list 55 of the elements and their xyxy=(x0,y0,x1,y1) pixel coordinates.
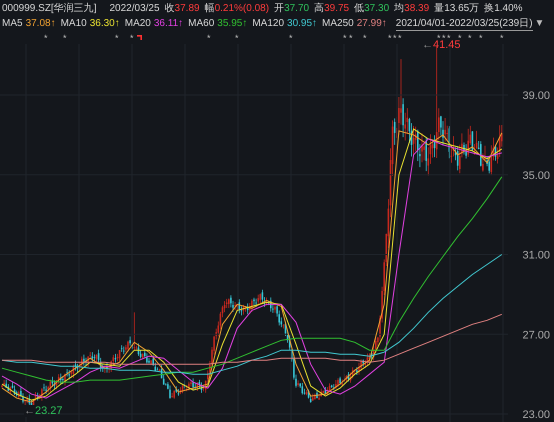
ma-value: 27.99↑ xyxy=(356,18,387,30)
date-range: 2021/04/01-2022/03/25(239日) xyxy=(396,18,533,30)
stock-symbol: 000999.SZ[华润三九] xyxy=(2,3,96,15)
quote-value: 39.75 xyxy=(324,3,350,15)
ma-value: 35.95↑ xyxy=(217,18,248,30)
quote-label: 换 xyxy=(484,3,494,15)
ma-label: MA250 xyxy=(322,18,354,30)
quote-label: 量 xyxy=(434,3,444,15)
ma-value: 36.30↑ xyxy=(90,18,120,30)
ma-label: MA60 xyxy=(188,18,214,30)
event-mark: * xyxy=(235,34,239,43)
event-mark: * xyxy=(343,34,347,43)
quote-label: 幅 xyxy=(204,3,215,15)
dropdown-toggle[interactable]: ▼ xyxy=(534,18,544,30)
ma-value: 36.11↑ xyxy=(154,18,184,30)
event-mark: * xyxy=(393,34,397,43)
event-mark: * xyxy=(468,34,472,43)
quote-value: 38.39 xyxy=(404,3,430,15)
event-mark: * xyxy=(44,34,48,43)
quote-value: 37.70 xyxy=(284,3,310,15)
quote-value: 37.89 xyxy=(174,3,200,15)
event-mark: * xyxy=(388,34,392,43)
event-mark: * xyxy=(500,34,504,43)
event-mark: * xyxy=(398,34,402,43)
quote-label: 低 xyxy=(354,3,364,15)
event-mark: * xyxy=(207,34,211,43)
ma-value: 37.08↑ xyxy=(26,18,56,30)
ma-label: MA120 xyxy=(252,18,284,30)
quote-value: 0.21%(0.08) xyxy=(214,3,270,15)
event-mark: * xyxy=(115,34,119,43)
ma-label: MA5 xyxy=(2,18,23,30)
price-axis-label: 35.00 xyxy=(522,170,550,182)
quote-value: 13.65万 xyxy=(444,3,480,15)
price-axis-label: 39.00 xyxy=(522,90,550,102)
quote-label: 开 xyxy=(274,3,284,15)
quote-label: 均 xyxy=(394,3,404,15)
event-mark: * xyxy=(63,34,67,43)
ma-label: MA10 xyxy=(60,18,87,30)
ma-label: MA20 xyxy=(124,18,151,30)
event-mark: * xyxy=(363,34,367,43)
quote-label: 高 xyxy=(314,3,324,15)
price-axis-label: 23.00 xyxy=(522,409,550,422)
event-mark: * xyxy=(458,34,462,43)
quote-date: 2022/03/25 xyxy=(109,3,160,15)
event-mark: * xyxy=(349,34,353,43)
price-axis-label: 31.00 xyxy=(522,250,550,262)
quote-value: 1.40% xyxy=(494,3,523,15)
quote-label: 收 xyxy=(164,3,175,15)
price-axis-label: 27.00 xyxy=(522,329,550,342)
event-mark: * xyxy=(289,34,293,43)
event-mark: * xyxy=(130,34,134,43)
ma-value: 30.95↑ xyxy=(287,18,318,30)
event-mark: * xyxy=(479,34,483,43)
price-extreme-label: 23.27 xyxy=(35,405,63,417)
quote-value: 37.30 xyxy=(364,3,390,15)
